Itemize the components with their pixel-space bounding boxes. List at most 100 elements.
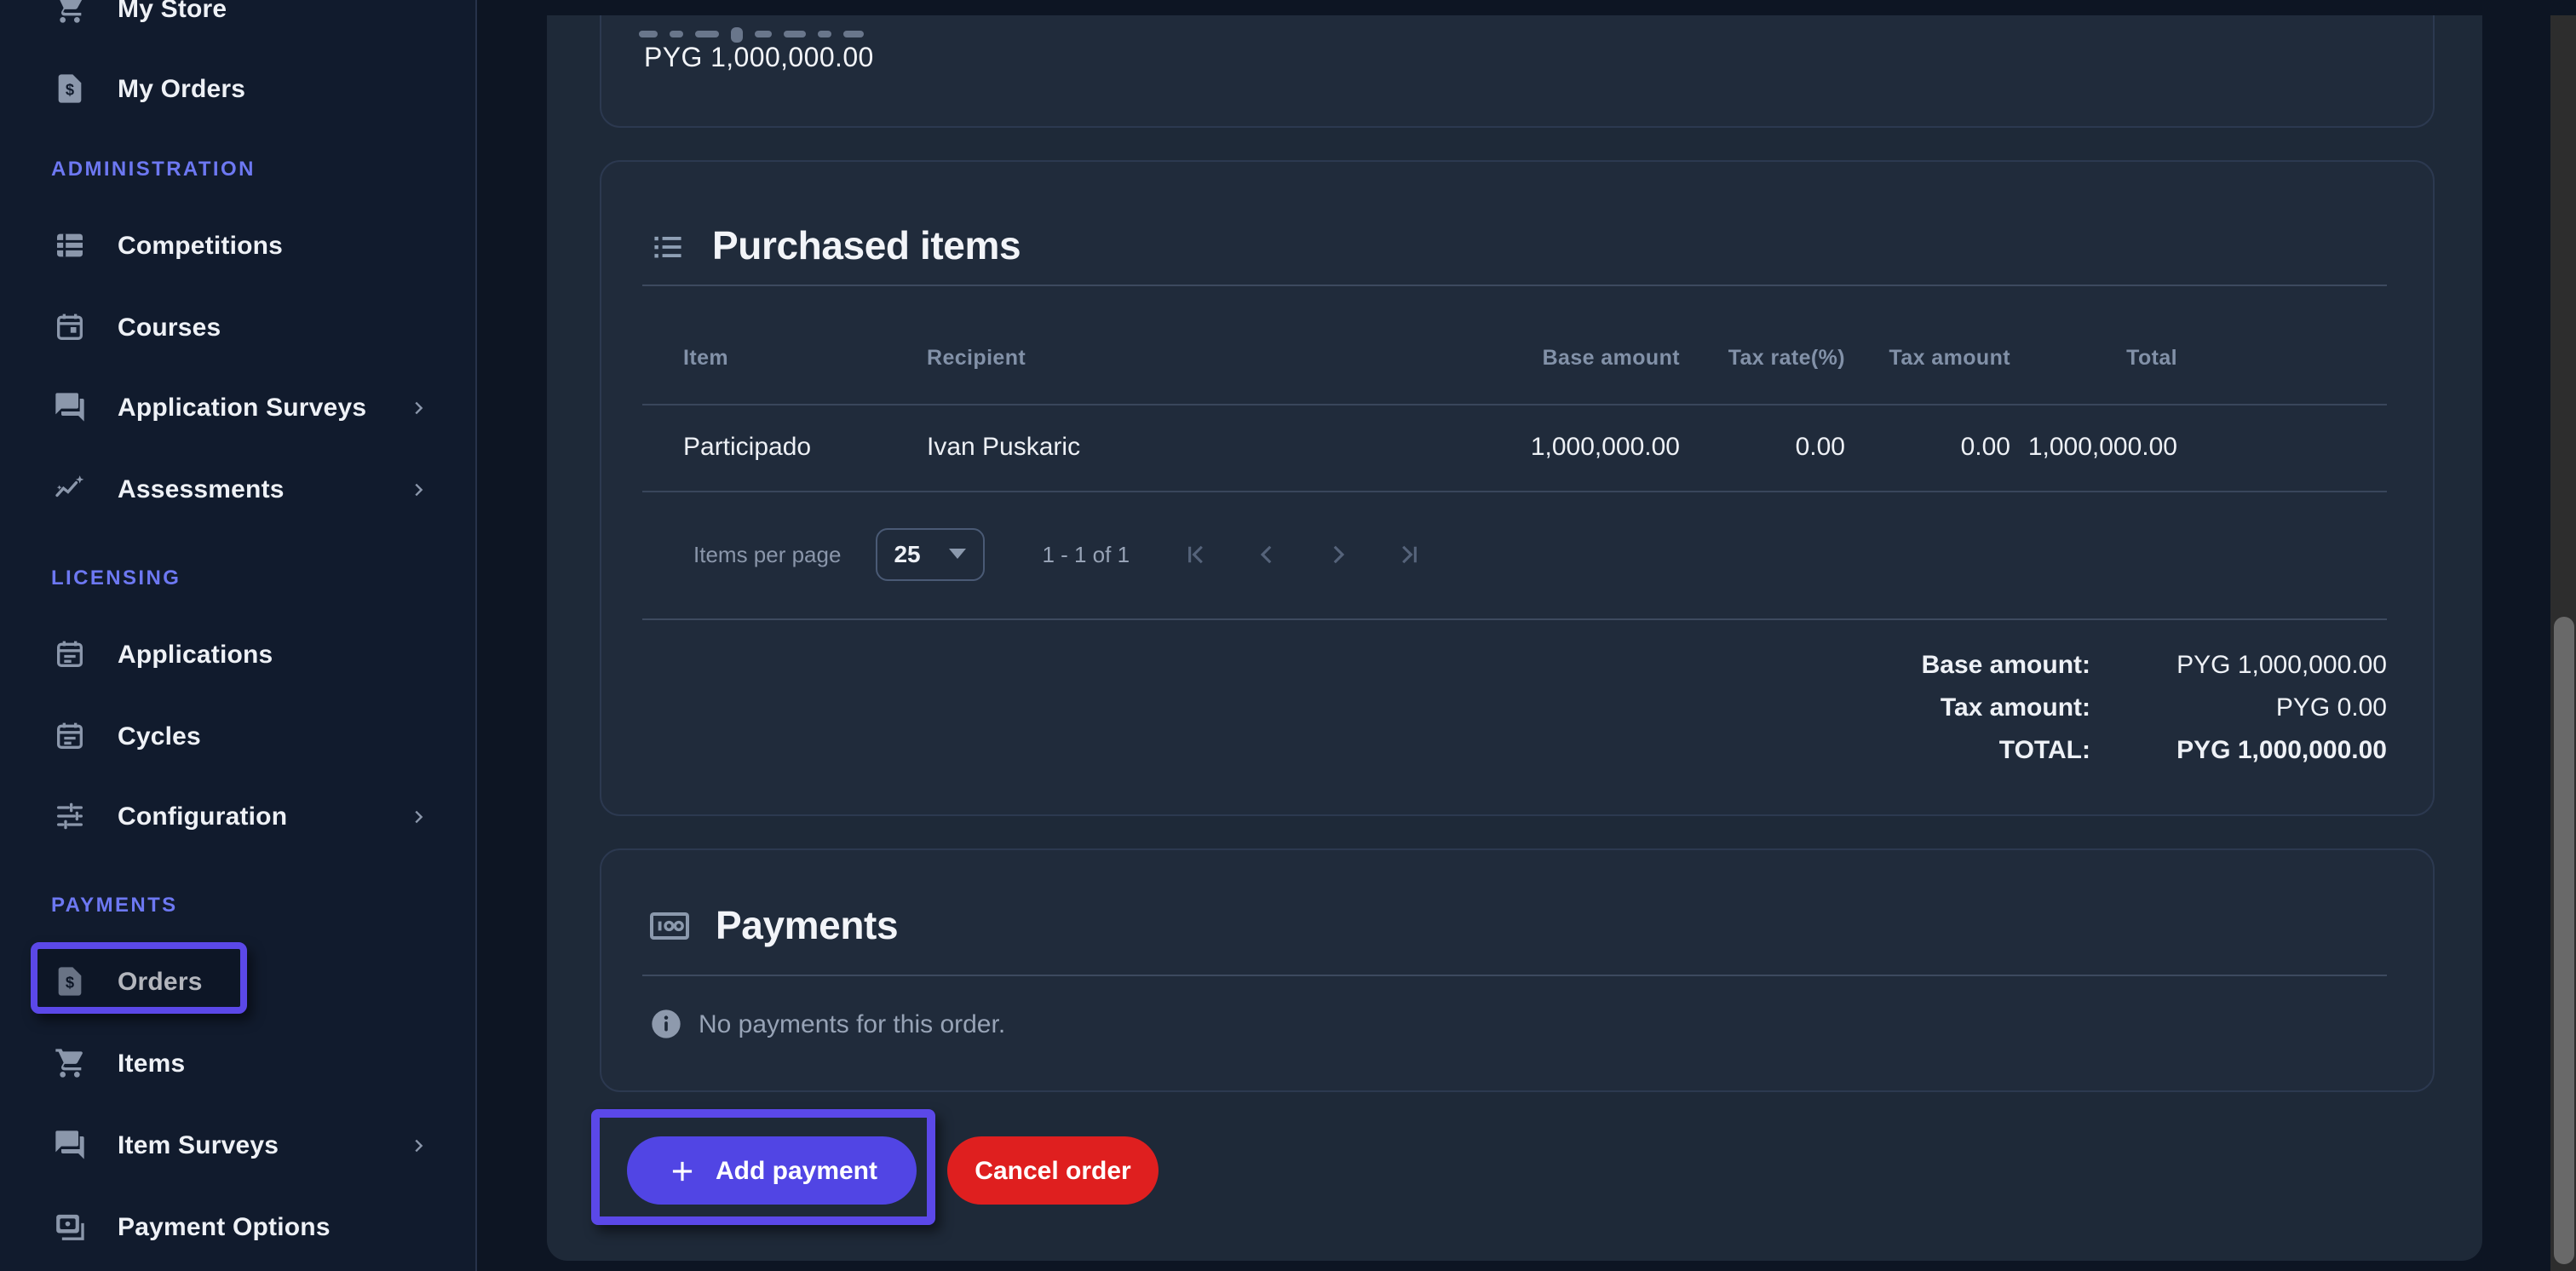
purchased-items-card: Purchased items Item Recipient Base amou… — [600, 160, 2435, 816]
totals-label: Base amount: — [642, 651, 2090, 680]
card-title: Purchased items — [712, 223, 1021, 269]
cancel-order-button[interactable]: Cancel order — [947, 1136, 1159, 1205]
cell-recipient: Ivan Puskaric — [927, 433, 1356, 462]
sidebar-item-label: Competitions — [118, 231, 283, 260]
sidebar-item-items[interactable]: Items — [0, 1022, 475, 1104]
empty-message: No payments for this order. — [699, 1009, 1005, 1038]
table-header-row: Item Recipient Base amount Tax rate(%) T… — [642, 337, 2387, 378]
paginator: Items per page 25 1 - 1 of 1 — [642, 523, 2387, 584]
plus-icon — [666, 1154, 699, 1187]
sidebar-item-label: Payment Options — [118, 1212, 331, 1241]
forum-chat-icon — [53, 390, 87, 424]
no-payments-row: No payments for this order. — [649, 990, 1005, 1058]
vertical-scrollbar[interactable] — [2550, 15, 2576, 1271]
chevron-right-icon — [409, 480, 428, 498]
column-header-tax-rate: Tax rate(%) — [1680, 346, 1845, 370]
totals-block: Base amount: PYG 1,000,000.00 Tax amount… — [642, 644, 2387, 772]
order-detail-panel: PYG 1,000,000.00 Purchased items Item Re… — [547, 15, 2482, 1261]
sidebar-item-my-orders[interactable]: $ My Orders — [0, 48, 475, 129]
column-header-base-amount: Base amount — [1356, 346, 1680, 370]
totals-value: PYG 0.00 — [2090, 693, 2387, 722]
items-per-page-label: Items per page — [693, 541, 841, 566]
sidebar-section-administration: ADMINISTRATION — [51, 157, 256, 181]
sidebar-item-my-store[interactable]: My Store — [0, 0, 475, 49]
totals-row-base: Base amount: PYG 1,000,000.00 — [642, 644, 2387, 687]
event-note-icon — [53, 637, 87, 671]
sidebar-item-label: My Store — [118, 0, 227, 23]
payment-card-icon — [53, 1210, 87, 1244]
sidebar-item-label: Assessments — [118, 474, 285, 503]
sidebar-item-label: Configuration — [118, 802, 287, 831]
main-content: PYG 1,000,000.00 Purchased items Item Re… — [479, 0, 2576, 1271]
page-size-value: 25 — [894, 540, 920, 567]
sidebar-item-label: Application Surveys — [118, 393, 366, 422]
page-range-label: 1 - 1 of 1 — [1042, 541, 1130, 566]
svg-text:$: $ — [66, 81, 74, 99]
sidebar-item-assessments[interactable]: Assessments — [0, 448, 475, 530]
cart-icon — [53, 1046, 87, 1080]
totals-label: TOTAL: — [642, 736, 2090, 765]
sidebar-item-orders[interactable]: $ Orders — [0, 940, 475, 1022]
calendar-icon — [53, 310, 87, 344]
cell-base-amount: 1,000,000.00 — [1356, 433, 1680, 462]
forum-chat-icon — [53, 1128, 87, 1162]
payments-card: Payments No payments for this order. — [600, 848, 2435, 1092]
app-window: My Store $ My Orders ADMINISTRATION Comp… — [0, 0, 2576, 1271]
divider — [642, 975, 2387, 976]
caret-down-icon — [948, 549, 965, 559]
sidebar-item-competitions[interactable]: Competitions — [0, 204, 475, 286]
sidebar-item-courses[interactable]: Courses — [0, 286, 475, 368]
divider — [642, 285, 2387, 286]
last-page-button[interactable] — [1385, 530, 1433, 578]
chevron-right-icon — [409, 1136, 428, 1154]
sidebar-section-licensing: LICENSING — [51, 566, 181, 589]
order-amount: PYG 1,000,000.00 — [644, 44, 874, 75]
totals-value: PYG 1,000,000.00 — [2090, 651, 2387, 680]
tune-sliders-icon — [53, 799, 87, 833]
sidebar-item-label: Item Surveys — [118, 1130, 279, 1159]
sidebar-item-label: Items — [118, 1049, 185, 1078]
receipt-dollar-icon: $ — [53, 964, 87, 998]
cell-tax-rate: 0.00 — [1680, 433, 1845, 462]
divider — [642, 491, 2387, 492]
order-summary-card: PYG 1,000,000.00 — [600, 15, 2435, 128]
sidebar-item-application-surveys[interactable]: Application Surveys — [0, 366, 475, 448]
cart-icon — [53, 0, 87, 26]
list-icon — [649, 227, 687, 265]
sidebar-item-label: Courses — [118, 313, 221, 342]
totals-value: PYG 1,000,000.00 — [2090, 736, 2387, 765]
add-payment-button[interactable]: Add payment — [627, 1136, 917, 1205]
info-icon — [649, 1007, 683, 1041]
add-payment-label: Add payment — [716, 1156, 877, 1185]
sidebar-item-item-surveys[interactable]: Item Surveys — [0, 1104, 475, 1186]
sidebar-item-label: My Orders — [118, 74, 245, 103]
cancel-order-label: Cancel order — [975, 1156, 1130, 1185]
sidebar-section-payments: PAYMENTS — [51, 893, 178, 917]
chevron-right-icon — [409, 807, 428, 825]
sidebar-item-label: Applications — [118, 640, 273, 669]
receipt-dollar-icon: $ — [53, 72, 87, 106]
trend-sparkle-icon — [53, 472, 87, 506]
svg-text:$: $ — [66, 974, 74, 992]
cell-item: Participado — [642, 433, 927, 462]
previous-page-button[interactable] — [1242, 530, 1290, 578]
next-page-button[interactable] — [1314, 530, 1361, 578]
sidebar-item-cycles[interactable]: Cycles — [0, 695, 475, 777]
scrollbar-thumb[interactable] — [2553, 617, 2573, 1264]
sidebar-item-configuration[interactable]: Configuration — [0, 775, 475, 857]
totals-label: Tax amount: — [642, 693, 2090, 722]
sidebar: My Store $ My Orders ADMINISTRATION Comp… — [0, 0, 477, 1271]
clipped-label-fragment — [639, 22, 864, 37]
page-size-select[interactable]: 25 — [875, 527, 984, 580]
column-header-total: Total — [2010, 346, 2177, 370]
event-note-icon — [53, 719, 87, 753]
first-page-button[interactable] — [1170, 530, 1218, 578]
sidebar-item-payment-options[interactable]: Payment Options — [0, 1186, 475, 1268]
sidebar-item-applications[interactable]: Applications — [0, 613, 475, 695]
card-title: Payments — [716, 903, 898, 949]
column-header-recipient: Recipient — [927, 346, 1356, 370]
sidebar-item-label: Cycles — [118, 722, 201, 751]
table-row[interactable]: Participado Ivan Puskaric 1,000,000.00 0… — [642, 404, 2387, 491]
cell-total: 1,000,000.00 — [2010, 433, 2177, 462]
column-header-item: Item — [642, 346, 927, 370]
